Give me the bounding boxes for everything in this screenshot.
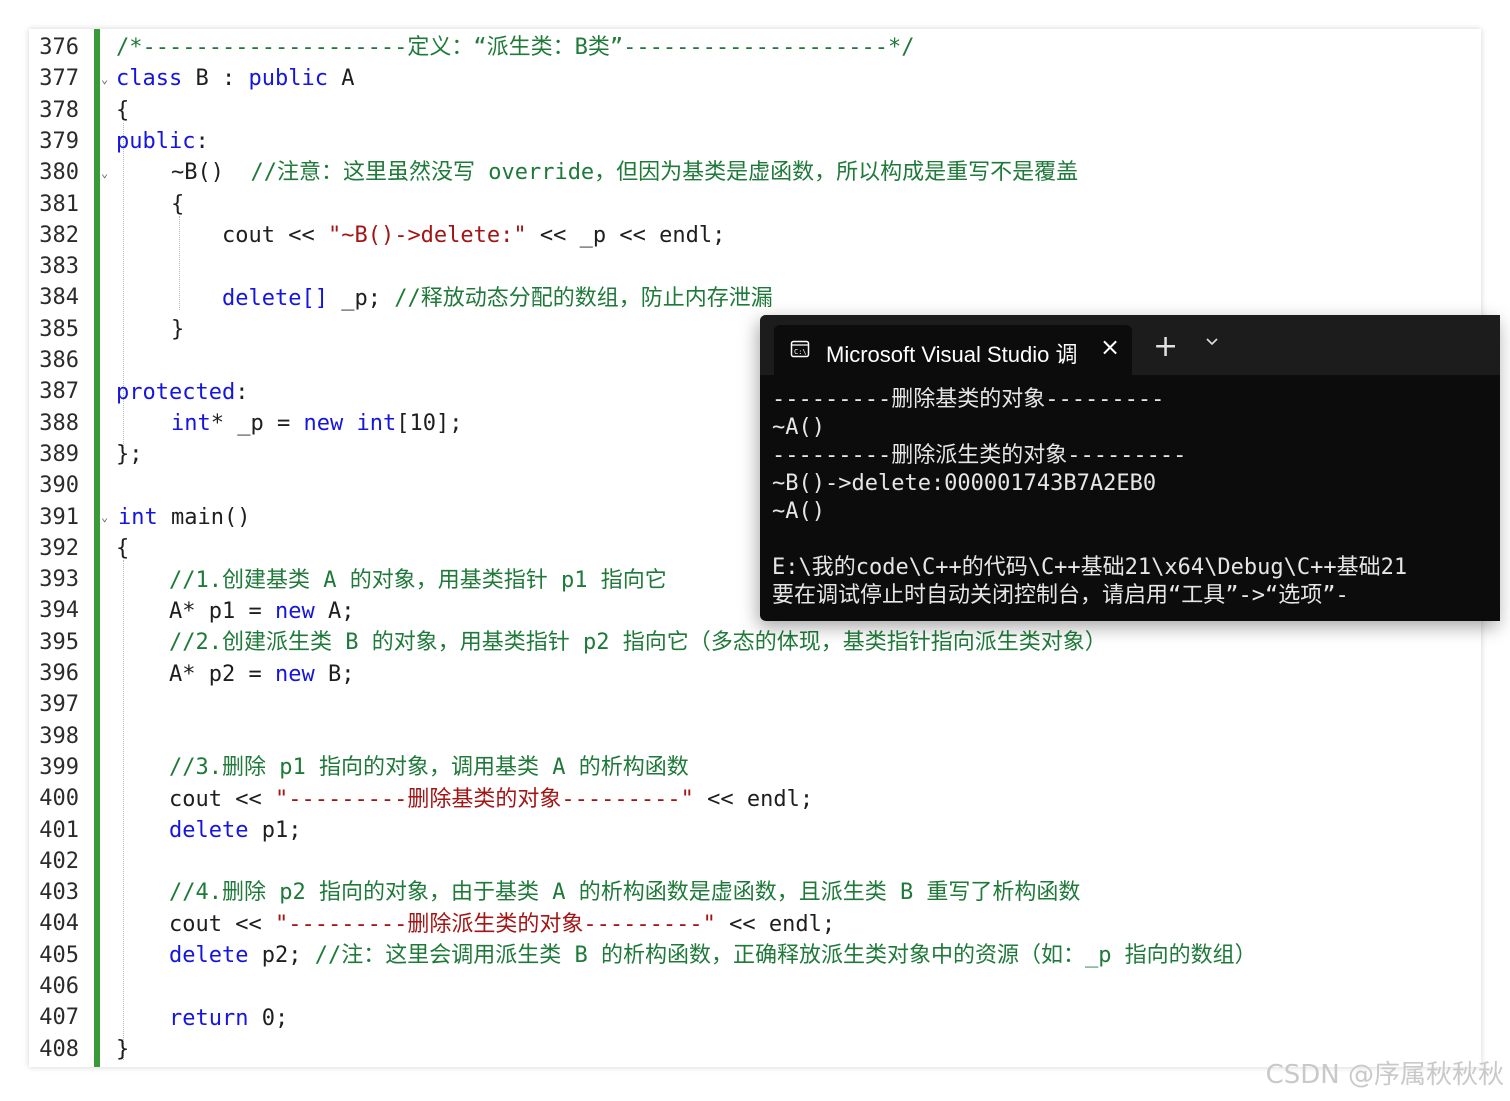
console-output-line: 要在调试停止时自动关闭控制台，请启用“工具”->“选项”- — [772, 583, 1349, 608]
code-line-407: return 0; — [169, 1006, 289, 1031]
console-tab[interactable]: C:\ Microsoft Visual Studio 调 × — [774, 325, 1132, 375]
line-number: 381 — [39, 191, 79, 217]
line-number-gutter: 376 377 378 379 380 381 382 383 384 385 386 387 388 3… — [29, 29, 91, 1067]
line-number: 380 — [39, 160, 79, 186]
code-line-378: { — [116, 98, 130, 123]
line-number: 401 — [39, 817, 79, 843]
line-number: 382 — [39, 222, 79, 248]
code-line-396: A* p2 = new B; — [169, 662, 355, 687]
line-number: 383 — [39, 254, 79, 280]
line-number: 395 — [39, 629, 79, 655]
line-number: 402 — [39, 848, 79, 874]
line-number: 376 — [39, 35, 79, 60]
line-number: 396 — [39, 661, 79, 686]
code-line-404: cout << "---------删除派生类的对象---------" << … — [169, 912, 836, 937]
line-number: 405 — [39, 942, 79, 968]
line-number: 408 — [39, 1036, 79, 1062]
line-number: 388 — [39, 410, 79, 436]
code-line-401: delete p1; — [169, 818, 302, 843]
code-line-377: class B : public A — [116, 66, 355, 91]
line-number: 385 — [39, 316, 79, 342]
line-number: 406 — [39, 974, 79, 999]
console-output-line: ---------删除派生类的对象--------- — [772, 443, 1187, 468]
line-number: 394 — [39, 598, 79, 624]
code-line-380: ~B() //注意：这里虽然没写 override，但因为基类是虚函数，所以构成… — [171, 160, 1079, 185]
console-output-line: ---------删除基类的对象--------- — [772, 387, 1165, 412]
fold-toggle-icon[interactable]: ⌄ — [101, 64, 108, 95]
code-line-388: int* _p = new int[10]; — [171, 411, 463, 436]
code-line-393: //1.创建基类 A 的对象，用基类指针 p1 指向它 — [169, 568, 667, 593]
line-number: 393 — [39, 567, 79, 593]
line-number: 398 — [39, 723, 79, 749]
code-line-379: public: — [116, 129, 209, 154]
line-number: 392 — [39, 535, 79, 561]
console-output-line: ~A() — [772, 415, 825, 440]
svg-text:C:\: C:\ — [794, 348, 807, 356]
line-number: 386 — [39, 348, 79, 373]
code-line-389: }; — [116, 442, 143, 467]
line-number: 390 — [39, 473, 79, 499]
console-tab-title: Microsoft Visual Studio 调 — [826, 342, 1078, 367]
code-line-376: /*--------------------定义：“派生类：B类”-------… — [116, 35, 915, 60]
code-line-391: int main() — [118, 505, 251, 530]
line-number: 397 — [39, 692, 79, 718]
line-number: 384 — [39, 285, 79, 311]
console-window[interactable]: C:\ Microsoft Visual Studio 调 × + ------… — [760, 315, 1500, 621]
line-number: 389 — [39, 441, 79, 467]
line-number: 391 — [39, 504, 79, 530]
fold-toggle-icon[interactable]: ⌄ — [101, 502, 108, 533]
line-number: 387 — [39, 379, 79, 405]
code-line-385: } — [171, 317, 185, 342]
code-line-405: delete p2; //注：这里会调用派生类 B 的析构函数，正确释放派生类对… — [169, 943, 1257, 968]
code-line-387: protected: — [116, 380, 249, 405]
indent-guide — [179, 216, 180, 310]
line-number: 403 — [39, 880, 79, 906]
code-line-400: cout << "---------删除基类的对象---------" << e… — [169, 787, 814, 812]
line-number: 379 — [39, 128, 79, 154]
line-number: 399 — [39, 754, 79, 780]
code-line-384: delete[] _p; //释放动态分配的数组，防止内存泄漏 — [222, 286, 773, 311]
change-indicator-bar — [94, 29, 100, 1067]
console-output-line: E:\我的code\C++的代码\C++基础21\x64\Debug\C++基础… — [772, 555, 1408, 580]
code-line-395: //2.创建派生类 B 的对象，用基类指针 p2 指向它（多态的体现，基类指针指… — [169, 630, 1107, 655]
code-line-394: A* p1 = new A; — [169, 599, 355, 624]
line-number: 407 — [39, 1005, 79, 1031]
code-line-408: } — [116, 1037, 130, 1062]
line-number: 400 — [39, 786, 79, 812]
code-line-399: //3.删除 p1 指向的对象，调用基类 A 的析构函数 — [169, 755, 689, 780]
terminal-icon: C:\ — [790, 340, 810, 358]
code-line-381: { — [171, 192, 185, 217]
console-output-line: ~B()->delete:000001743B7A2EB0 — [772, 471, 1157, 496]
chevron-down-icon[interactable] — [1205, 335, 1219, 349]
console-tab-bar: C:\ Microsoft Visual Studio 调 × + — [760, 315, 1500, 375]
code-line-382: cout << "~B()->delete:" << _p << endl; — [222, 223, 726, 248]
indent-guide — [123, 560, 124, 1060]
line-number: 404 — [39, 911, 79, 937]
line-number: 377 — [39, 66, 79, 92]
code-line-392: { — [116, 536, 130, 561]
console-output-line: ~A() — [772, 499, 825, 524]
line-number: 378 — [39, 97, 79, 123]
fold-toggle-icon[interactable]: ⌄ — [101, 158, 108, 189]
watermark: CSDN @序属秋秋秋 — [1265, 1060, 1504, 1090]
close-icon[interactable]: × — [1100, 333, 1120, 361]
code-line-403: //4.删除 p2 指向的对象，由于基类 A 的析构函数是虚函数，且派生类 B … — [169, 880, 1081, 905]
new-tab-icon[interactable]: + — [1153, 332, 1178, 362]
